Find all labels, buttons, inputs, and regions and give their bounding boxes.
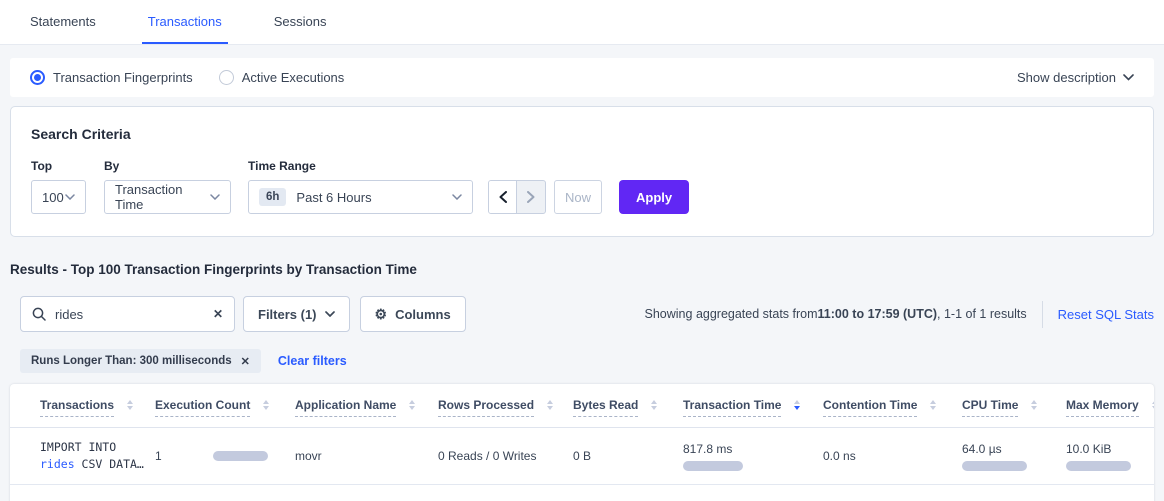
time-window-stepper	[488, 180, 546, 214]
sort-icon[interactable]	[651, 400, 657, 410]
column-header-max-memory[interactable]: Max Memory	[1066, 398, 1154, 417]
show-description-toggle[interactable]: Show description	[1017, 70, 1134, 85]
transaction-fingerprint-cell[interactable]: IMPORT INTO rides CSV DATA…	[40, 439, 155, 473]
columns-button[interactable]: ⚙ Columns	[360, 296, 466, 332]
radio-label: Transaction Fingerprints	[53, 70, 193, 85]
time-range-select[interactable]: 6h Past 6 Hours	[248, 180, 473, 214]
chevron-down-icon	[1123, 74, 1134, 81]
search-box: ✕	[20, 296, 235, 332]
search-icon	[32, 307, 46, 321]
transaction-link[interactable]: rides	[40, 457, 75, 471]
search-input[interactable]	[55, 307, 207, 322]
max-memory-bar	[1066, 461, 1131, 471]
top-select[interactable]: 100	[31, 180, 86, 214]
radio-selected-icon	[30, 70, 45, 85]
reset-sql-stats-link[interactable]: Reset SQL Stats	[1058, 307, 1154, 322]
now-button[interactable]: Now	[554, 180, 602, 214]
filters-button[interactable]: Filters (1)	[243, 296, 350, 332]
filter-pill: Runs Longer Than: 300 milliseconds ✕	[20, 349, 261, 373]
column-header-rows-processed[interactable]: Rows Processed	[438, 398, 573, 417]
chevron-down-icon	[210, 194, 220, 200]
top-tab-bar: Statements Transactions Sessions	[0, 0, 1164, 45]
sort-icon[interactable]	[127, 400, 133, 410]
radio-active-executions[interactable]: Active Executions	[219, 70, 345, 85]
execution-count-bar	[213, 451, 268, 461]
by-select[interactable]: Transaction Time	[104, 180, 231, 214]
transaction-time-bar	[683, 461, 743, 471]
sort-icon[interactable]	[930, 400, 936, 410]
clear-search-icon[interactable]: ✕	[207, 307, 223, 321]
time-range-label: Time Range	[248, 159, 488, 173]
sort-icon[interactable]	[1152, 400, 1154, 410]
table-row: IMPORT INTO rides CSV DATA… 1 movr 0 Rea…	[10, 428, 1154, 485]
tab-sessions[interactable]: Sessions	[268, 0, 333, 44]
filter-pill-label: Runs Longer Than: 300 milliseconds	[31, 355, 232, 367]
contention-time-cell: 0.0 ns	[823, 449, 962, 463]
max-memory-cell: 10.0 KiB	[1066, 442, 1154, 471]
column-header-transaction-time[interactable]: Transaction Time	[683, 398, 823, 417]
column-header-cpu-time[interactable]: CPU Time	[962, 398, 1066, 417]
sort-icon-descending[interactable]	[794, 400, 800, 410]
search-criteria-title: Search Criteria	[31, 126, 1133, 142]
active-filters-row: Runs Longer Than: 300 milliseconds ✕ Cle…	[20, 349, 1154, 373]
radio-label: Active Executions	[242, 70, 345, 85]
by-value: Transaction Time	[115, 182, 210, 212]
sort-icon[interactable]	[263, 400, 269, 410]
column-header-contention-time[interactable]: Contention Time	[823, 398, 962, 417]
chevron-down-icon	[65, 194, 75, 200]
top-label: Top	[31, 159, 104, 173]
cpu-time-cell: 64.0 µs	[962, 442, 1066, 471]
clear-filters-link[interactable]: Clear filters	[278, 354, 347, 368]
view-toggle-bar: Transaction Fingerprints Active Executio…	[10, 58, 1154, 97]
bytes-read-cell: 0 B	[573, 449, 683, 463]
results-table: Transactions Execution Count Application…	[10, 384, 1154, 501]
divider	[1042, 301, 1043, 328]
application-name-cell: movr	[295, 449, 438, 463]
top-value: 100	[42, 190, 64, 205]
sort-icon[interactable]	[409, 400, 415, 410]
column-header-execution-count[interactable]: Execution Count	[155, 398, 295, 417]
tab-statements[interactable]: Statements	[24, 0, 102, 44]
next-time-window-button[interactable]	[517, 181, 545, 213]
execution-count-cell: 1	[155, 449, 295, 463]
time-range-value: Past 6 Hours	[296, 190, 371, 205]
column-header-application-name[interactable]: Application Name	[295, 398, 438, 417]
transaction-time-cell: 817.8 ms	[683, 442, 823, 471]
aggregated-stats-text: Showing aggregated stats from 11:00 to 1…	[645, 307, 1027, 321]
gear-icon: ⚙	[375, 307, 388, 321]
previous-time-window-button[interactable]	[489, 181, 517, 213]
column-header-bytes-read[interactable]: Bytes Read	[573, 398, 683, 417]
time-range-badge: 6h	[259, 188, 286, 206]
apply-button[interactable]: Apply	[619, 180, 689, 214]
results-controls: ✕ Filters (1) ⚙ Columns Showing aggregat…	[20, 296, 1154, 332]
rows-processed-cell: 0 Reads / 0 Writes	[438, 449, 573, 463]
filters-label: Filters (1)	[258, 307, 317, 322]
tab-transactions[interactable]: Transactions	[142, 0, 228, 44]
show-description-label: Show description	[1017, 70, 1116, 85]
radio-transaction-fingerprints[interactable]: Transaction Fingerprints	[30, 70, 193, 85]
table-header-row: Transactions Execution Count Application…	[10, 384, 1154, 428]
sort-icon[interactable]	[1031, 400, 1037, 410]
search-criteria-panel: Search Criteria Top 100 By Transaction T…	[10, 106, 1154, 237]
sort-icon[interactable]	[547, 400, 553, 410]
results-heading: Results - Top 100 Transaction Fingerprin…	[10, 262, 1164, 277]
cpu-time-bar	[962, 461, 1027, 471]
column-header-transactions[interactable]: Transactions	[40, 398, 155, 417]
chevron-down-icon	[452, 194, 462, 200]
radio-unselected-icon	[219, 70, 234, 85]
remove-filter-icon[interactable]: ✕	[241, 355, 250, 368]
columns-label: Columns	[395, 307, 451, 322]
by-label: By	[104, 159, 248, 173]
